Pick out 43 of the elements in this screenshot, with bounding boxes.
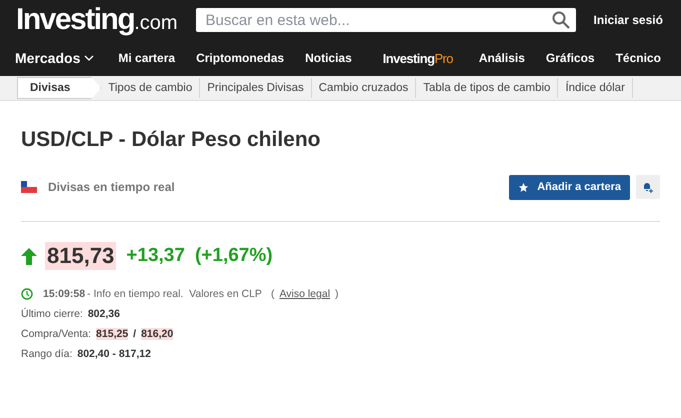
subnav-tab[interactable]: Cambio cruzados (312, 78, 416, 98)
nav-item[interactable]: Análisis (478, 51, 525, 65)
nav-item[interactable]: InvestingPro (382, 50, 453, 66)
parenthesis: ) (335, 288, 339, 300)
subnav-tab[interactable]: Divisas (17, 77, 102, 99)
stat-value: 802,36 (88, 308, 120, 320)
stat-value: 816,20 (141, 328, 174, 340)
stat-value: / (133, 328, 136, 340)
legal-link[interactable]: Aviso legal (279, 288, 330, 300)
nav-item[interactable]: Técnico (616, 51, 661, 65)
alert-button[interactable] (636, 175, 660, 199)
nav-item[interactable]: Mercados (15, 50, 94, 66)
stat-label: Último cierre: (21, 308, 83, 320)
subnav-tab[interactable]: Tipos de cambio (101, 78, 200, 98)
subnav-tab[interactable]: Índice dólar (558, 78, 633, 98)
add-to-portfolio-button[interactable]: Añadir a cartera (509, 174, 630, 200)
subnav-tab[interactable]: Tabla de tipos de cambio (416, 78, 558, 98)
info-text: - Info en tiempo real. Valores en CLP (87, 288, 262, 300)
stat-value: 802,40 - 817,12 (77, 348, 151, 360)
price: 815,73 (45, 242, 116, 270)
stat-value: 815,25 (96, 328, 128, 340)
change-value: +13,37 (126, 245, 185, 267)
stat-label: Rango día: (21, 348, 72, 360)
update-time: 15:09:58 (43, 288, 86, 300)
nav-item[interactable]: Noticias (305, 51, 352, 65)
nav-item[interactable]: Gráficos (546, 51, 595, 65)
subnav-tab[interactable]: Principales Divisas (200, 78, 312, 98)
chevron-icon (84, 55, 94, 61)
parenthesis: ( (270, 288, 274, 300)
clock-icon (21, 288, 33, 300)
nav-item[interactable]: Criptomonedas (196, 51, 284, 65)
market-label: Divisas en tiempo real (48, 180, 176, 194)
bell-plus-icon (642, 181, 654, 193)
logo[interactable]: Investing.com (16, 3, 178, 37)
search-field[interactable]: Buscar en esta web... (196, 8, 576, 32)
nav-item[interactable]: Mi cartera (118, 51, 176, 65)
login-link[interactable]: Iniciar sesió (594, 13, 663, 27)
search-icon[interactable] (552, 11, 570, 29)
change-percent: (+1,67%) (194, 245, 273, 267)
stat-label: Compra/Venta: (21, 328, 92, 340)
star-icon (518, 182, 530, 192)
page-title: USD/CLP - Dólar Peso chileno (21, 128, 322, 152)
flag-icon (21, 181, 37, 193)
